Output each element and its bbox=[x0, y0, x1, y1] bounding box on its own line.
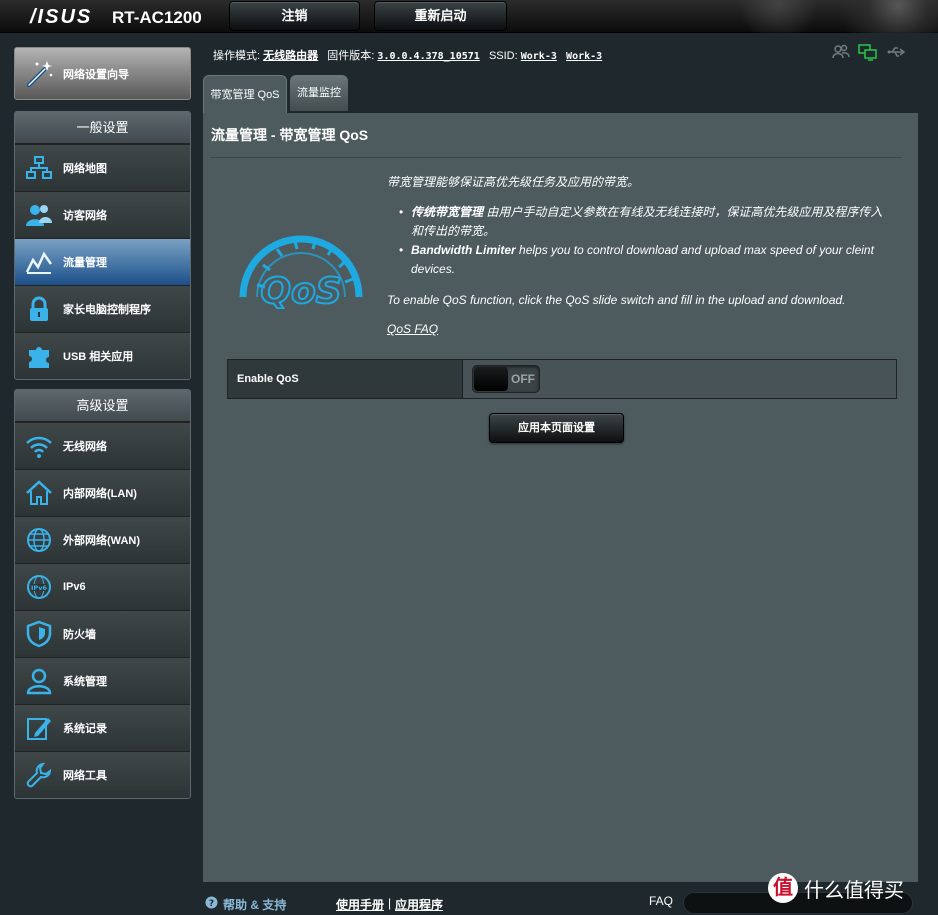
shield-icon bbox=[15, 611, 63, 658]
sidebar-item-label: 家长电脑控制程序 bbox=[63, 304, 151, 316]
svg-text:?: ? bbox=[209, 899, 214, 909]
puzzle-icon bbox=[15, 333, 63, 380]
sidebar-item-label: 内部网络(LAN) bbox=[63, 488, 137, 500]
help-support-label: 帮助 & 支持 bbox=[223, 898, 287, 912]
qos-faq-link[interactable]: QoS FAQ bbox=[387, 320, 438, 339]
sidebar-item-usb-app[interactable]: USB 相关应用 bbox=[15, 332, 190, 379]
utility-link[interactable]: 应用程序 bbox=[395, 896, 443, 913]
user-icon bbox=[15, 658, 63, 705]
sidebar-item-label: 无线网络 bbox=[63, 441, 107, 453]
logout-button[interactable]: 注销 bbox=[229, 1, 360, 31]
sidebar-item-label: 流量管理 bbox=[63, 257, 107, 269]
reboot-button[interactable]: 重新启动 bbox=[374, 1, 507, 31]
manual-link[interactable]: 使用手册 bbox=[336, 896, 384, 913]
sidebar-item-label: USB 相关应用 bbox=[63, 351, 134, 363]
main-panel: 流量管理 - 带宽管理 QoS QoS 带宽管理能够保证高优先级任务及应用的带宽… bbox=[203, 113, 918, 882]
qos-logo-text: QoS bbox=[260, 271, 341, 309]
traffic-manager-icon bbox=[15, 239, 63, 286]
home-icon bbox=[15, 470, 63, 517]
globe-icon bbox=[15, 517, 63, 564]
wrench-icon bbox=[15, 752, 63, 799]
model-name: RT-AC1200 bbox=[112, 8, 202, 27]
sidebar-item-label: 防火墙 bbox=[63, 629, 96, 641]
bullet-dot: • bbox=[399, 243, 404, 257]
guest-network-icon bbox=[15, 192, 63, 239]
firmware-version-link[interactable]: 3.0.0.4.378_10571 bbox=[377, 51, 479, 62]
help-icon: ? bbox=[205, 896, 218, 914]
enable-qos-toggle[interactable]: OFF bbox=[472, 365, 540, 393]
bullet-bandwidth-limiter: • Bandwidth Limiter helps you to control… bbox=[399, 241, 891, 279]
sidebar-item-label: 网络工具 bbox=[63, 770, 107, 782]
edit-log-icon bbox=[15, 705, 63, 752]
ssid-2g-link[interactable]: Work-3 bbox=[521, 51, 557, 62]
status-bar: 操作模式: 无线路由器 固件版本: 3.0.0.4.378_10571 SSID… bbox=[213, 47, 602, 63]
network-map-icon bbox=[15, 145, 63, 192]
title-divider bbox=[211, 157, 901, 158]
sidebar-item-label: 访客网络 bbox=[63, 210, 107, 222]
sidebar-item-lan[interactable]: 内部网络(LAN) bbox=[15, 469, 190, 516]
ssid-5g-link[interactable]: Work-3 bbox=[566, 51, 602, 62]
sidebar-item-label: IPv6 bbox=[63, 581, 86, 593]
sidebar-item-administration[interactable]: 系统管理 bbox=[15, 657, 190, 704]
tab-bandwidth-qos[interactable]: 带宽管理 QoS bbox=[203, 75, 287, 113]
watermark-logo: 值 bbox=[768, 873, 798, 903]
op-mode-link[interactable]: 无线路由器 bbox=[263, 50, 318, 62]
qos-intro-text: 带宽管理能够保证高优先级任务及应用的带宽。 bbox=[387, 175, 640, 189]
wifi-icon bbox=[15, 423, 63, 470]
general-settings-menu: 一般设置 网络地图 访客网络 流量管理 家长电脑控制程序 USB 相关应用 bbox=[14, 111, 191, 380]
clients-icon[interactable] bbox=[832, 43, 850, 66]
magic-wand-icon bbox=[15, 58, 63, 90]
bullet-title: Bandwidth Limiter bbox=[411, 243, 516, 257]
tab-traffic-monitor[interactable]: 流量监控 bbox=[290, 75, 348, 111]
sidebar-item-guest-network[interactable]: 访客网络 bbox=[15, 191, 190, 238]
sidebar-item-traffic-manager[interactable]: 流量管理 bbox=[15, 238, 190, 285]
ipv6-globe-icon: IPv6 bbox=[15, 564, 63, 611]
enable-qos-note: To enable QoS function, click the QoS sl… bbox=[387, 293, 846, 307]
status-icons bbox=[832, 43, 906, 66]
sidebar-item-wan[interactable]: 外部网络(WAN) bbox=[15, 516, 190, 563]
sidebar-item-firewall[interactable]: 防火墙 bbox=[15, 610, 190, 657]
enable-qos-label: Enable QoS bbox=[228, 360, 463, 398]
toggle-knob bbox=[474, 367, 508, 391]
sidebar-item-parental-control[interactable]: 家长电脑控制程序 bbox=[15, 285, 190, 332]
usb-status-icon[interactable] bbox=[886, 43, 906, 66]
sidebar-item-label: 网络地图 bbox=[63, 163, 107, 175]
bullet-title: 传统带宽管理 bbox=[411, 205, 484, 219]
footer-separator: | bbox=[388, 896, 392, 910]
banner-decoration bbox=[718, 0, 938, 33]
firmware-label: 固件版本: bbox=[327, 50, 375, 62]
watermark-text: 什么值得买 bbox=[804, 877, 904, 902]
page-title: 流量管理 - 带宽管理 QoS bbox=[211, 127, 369, 143]
enable-qos-cell: OFF bbox=[463, 360, 896, 398]
sidebar-item-label: 外部网络(WAN) bbox=[63, 535, 140, 547]
faq-label: FAQ bbox=[649, 894, 674, 908]
bullet-traditional-qos: • 传统带宽管理 由用户手动自定义参数在有线及无线连接时，保证高优先级应用及程序… bbox=[399, 203, 891, 241]
apply-settings-button[interactable]: 应用本页面设置 bbox=[489, 413, 624, 443]
internet-status-icon[interactable] bbox=[858, 43, 878, 66]
sidebar-item-network-tools[interactable]: 网络工具 bbox=[15, 751, 190, 798]
advanced-settings-menu: 高级设置 无线网络 内部网络(LAN) 外部网络(WAN) IPv6 IPv6 … bbox=[14, 389, 191, 799]
ssid-label: SSID: bbox=[488, 50, 518, 62]
watermark: 值 什么值得买 bbox=[768, 872, 938, 904]
sidebar-item-label: 系统管理 bbox=[63, 676, 107, 688]
lock-icon bbox=[15, 286, 63, 333]
toggle-state-label: OFF bbox=[511, 372, 535, 386]
svg-text:IPv6: IPv6 bbox=[31, 584, 47, 592]
network-setup-wizard-button[interactable]: 网络设置向导 bbox=[14, 47, 191, 100]
asus-logo: /ISUS bbox=[30, 6, 93, 28]
op-mode-label: 操作模式: bbox=[213, 50, 261, 62]
advanced-settings-header: 高级设置 bbox=[15, 390, 190, 422]
sidebar-item-network-map[interactable]: 网络地图 bbox=[15, 144, 190, 191]
wizard-label: 网络设置向导 bbox=[63, 68, 129, 81]
sidebar-item-system-log[interactable]: 系统记录 bbox=[15, 704, 190, 751]
top-banner: /ISUS RT-AC1200 注销 重新启动 bbox=[0, 0, 938, 33]
sidebar-item-wireless[interactable]: 无线网络 bbox=[15, 422, 190, 469]
qos-gauge-icon: QoS bbox=[239, 235, 363, 309]
sidebar-item-label: 系统记录 bbox=[63, 723, 107, 735]
qos-settings-table: Enable QoS OFF bbox=[227, 359, 897, 399]
bullet-dot: • bbox=[399, 205, 404, 219]
sidebar-item-ipv6[interactable]: IPv6 IPv6 bbox=[15, 563, 190, 610]
general-settings-header: 一般设置 bbox=[15, 112, 190, 144]
